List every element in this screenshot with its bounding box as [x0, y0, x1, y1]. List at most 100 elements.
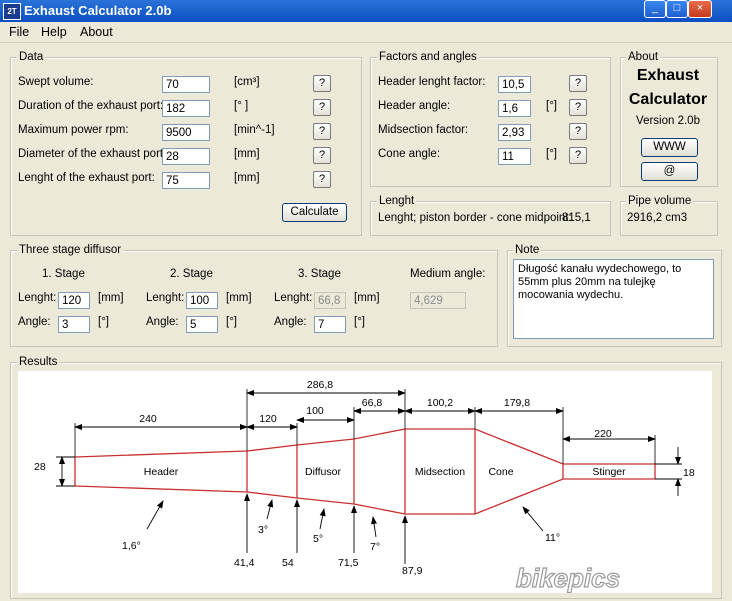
- medium-angle-value: 4,629: [410, 292, 466, 309]
- midsection-factor-help-button[interactable]: ?: [569, 123, 587, 140]
- outlet-diameter-label: 18: [683, 467, 695, 479]
- stage2-angle-unit: [°]: [226, 316, 237, 328]
- pipe-top-edge: [74, 428, 655, 465]
- rpm-unit: [min^-1]: [234, 124, 275, 136]
- length-value: 815,1: [562, 212, 591, 224]
- stage3-length-input: 66,8: [314, 292, 346, 309]
- pipe-volume-value: 2916,2 cm3: [627, 212, 688, 224]
- header-length-factor-input[interactable]: 10,5: [498, 76, 531, 93]
- stage3-angle-input[interactable]: 7: [314, 316, 346, 333]
- pipe-volume-title: Pipe volume: [626, 195, 694, 207]
- stage3-length-label: Lenght:: [274, 292, 313, 304]
- cone-angle-unit: [°]: [546, 148, 557, 160]
- maximize-button[interactable]: □: [666, 0, 688, 18]
- stage2-length-dim: 100: [306, 405, 324, 417]
- stage2-length-unit: [mm]: [226, 292, 252, 304]
- menu-help[interactable]: Help: [41, 25, 67, 39]
- length-text: Lenght; piston border - cone midpoint:: [378, 212, 572, 224]
- stage1-length-input[interactable]: 120: [58, 292, 90, 309]
- midsection-length-dim: 100,2: [427, 397, 453, 409]
- cone-angle-help-button[interactable]: ?: [569, 147, 587, 164]
- stage2-angle-label: Angle:: [146, 316, 179, 328]
- cone-length-dim: 179,8: [504, 397, 530, 409]
- results-canvas: Header Diffusor Midsection Cone Stinger …: [18, 371, 712, 594]
- cone-angle-label: Cone angle:: [378, 148, 441, 160]
- diameter-input[interactable]: 28: [162, 148, 210, 165]
- about-group-title: About: [626, 51, 661, 63]
- cone-section-label: Cone: [488, 466, 513, 478]
- stage2-length-label: Lenght:: [146, 292, 185, 304]
- about-version: Version 2.0b: [636, 115, 700, 127]
- port-length-help-button[interactable]: ?: [313, 171, 331, 188]
- window-title: Exhaust Calculator 2.0b: [24, 3, 172, 18]
- duration-unit: [° ]: [234, 100, 249, 112]
- stage1-angle-input[interactable]: 3: [58, 316, 90, 333]
- note-textarea[interactable]: Długość kanału wydechowego, to 55mm plus…: [513, 259, 714, 339]
- midsection-factor-label: Midsection factor:: [378, 124, 469, 136]
- rpm-label: Maximum power rpm:: [18, 124, 129, 136]
- stage1-title: 1. Stage: [42, 268, 85, 280]
- swept-volume-input[interactable]: 70: [162, 76, 210, 93]
- medium-angle-label: Medium angle:: [410, 268, 486, 280]
- about-app-name-2: Calculator: [628, 91, 708, 108]
- stage2-length-input[interactable]: 100: [186, 292, 218, 309]
- port-length-label: Lenght of the exhaust port:: [18, 172, 155, 184]
- angle-pointers: [146, 499, 544, 538]
- stage3-angle-unit: [°]: [354, 316, 365, 328]
- stage3-angle-label: 7°: [370, 541, 380, 553]
- stage1-angle-unit: [°]: [98, 316, 109, 328]
- diffusor-section-label: Diffusor: [305, 466, 341, 478]
- watermark-logo: bikepics: [516, 563, 620, 593]
- stage1-angle-label: 3°: [258, 524, 268, 536]
- www-button[interactable]: WWW: [641, 138, 698, 157]
- app-icon: 2T: [3, 3, 21, 20]
- header-angle-input[interactable]: 1,6: [498, 100, 531, 117]
- stage2-angle-input[interactable]: 5: [186, 316, 218, 333]
- pipe-bottom-edge: [74, 478, 655, 515]
- stage1-length-dim: 120: [259, 413, 277, 425]
- outlet-diameter-dim: [655, 447, 682, 496]
- diameter-unit: [mm]: [234, 148, 260, 160]
- stage3-length-unit: [mm]: [354, 292, 380, 304]
- port-length-unit: [mm]: [234, 172, 260, 184]
- data-group-title: Data: [17, 51, 46, 63]
- diameter-1-label: 41,4: [234, 557, 255, 569]
- stage2-angle-label: 5°: [313, 533, 323, 545]
- diameter-3-label: 71,5: [338, 557, 359, 569]
- duration-input[interactable]: 182: [162, 100, 210, 117]
- header-length-factor-label: Header lenght factor:: [378, 76, 486, 88]
- cone-angle-label: 11°: [545, 532, 560, 544]
- header-angle-label: Header angle:: [378, 100, 451, 112]
- stage3-length-dim: 66,8: [362, 397, 383, 409]
- rpm-help-button[interactable]: ?: [313, 123, 331, 140]
- header-length-factor-help-button[interactable]: ?: [569, 75, 587, 92]
- menu-file[interactable]: File: [9, 25, 29, 39]
- cone-angle-input[interactable]: 11: [498, 148, 531, 165]
- close-button[interactable]: ×: [688, 0, 712, 18]
- menu-about[interactable]: About: [80, 25, 113, 39]
- swept-volume-label: Swept volume:: [18, 76, 94, 88]
- midsection-factor-input[interactable]: 2,93: [498, 124, 531, 141]
- email-button[interactable]: @: [641, 162, 698, 181]
- header-length-dim: 240: [139, 413, 157, 425]
- length-group-title: Lenght: [377, 195, 417, 207]
- factors-group-title: Factors and angles: [377, 51, 479, 63]
- header-angle-help-button[interactable]: ?: [569, 99, 587, 116]
- swept-volume-unit: [cm³]: [234, 76, 260, 88]
- note-group-title: Note: [513, 244, 542, 256]
- diameter-4-label: 87,9: [402, 565, 423, 577]
- stinger-section-label: Stinger: [592, 466, 626, 478]
- port-length-input[interactable]: 75: [162, 172, 210, 189]
- duration-help-button[interactable]: ?: [313, 99, 331, 116]
- midsection-section-label: Midsection: [415, 466, 465, 478]
- minimize-button[interactable]: _: [644, 0, 666, 18]
- stage3-title: 3. Stage: [298, 268, 341, 280]
- diameter-2-label: 54: [282, 557, 294, 569]
- rpm-input[interactable]: 9500: [162, 124, 210, 141]
- results-group-title: Results: [17, 356, 60, 368]
- diameter-help-button[interactable]: ?: [313, 147, 331, 164]
- diameter-label: Diameter of the exhaust port:: [18, 148, 167, 160]
- duration-label: Duration of the exhaust port:: [18, 100, 164, 112]
- swept-volume-help-button[interactable]: ?: [313, 75, 331, 92]
- calculate-button[interactable]: Calculate: [282, 203, 347, 222]
